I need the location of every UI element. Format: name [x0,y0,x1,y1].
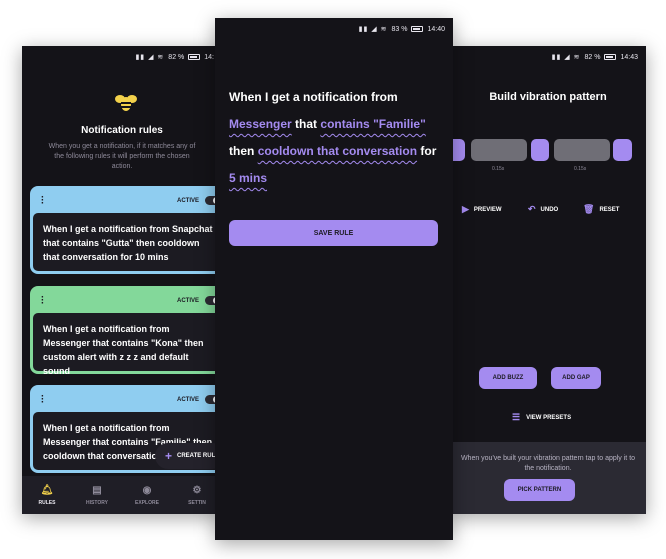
rule-status: ACTIVE [176,298,199,304]
reset-button[interactable]: 🗑︎ RESET [583,204,619,215]
battery-icon [188,54,201,60]
apply-panel: When you've built your vibration pattern… [450,442,646,514]
plus-icon: + [165,449,173,463]
app-logo-icon [115,95,137,111]
signal-icons: ▮▮ ◢ ≋ [358,26,388,33]
rule-status: ACTIVE [176,198,199,204]
duration-selector[interactable]: 5 mins [229,171,267,185]
list-icon: ☰ [512,412,521,422]
rules-screen: ▮▮ ◢ ≋ 82 % 14: Notification rules When … [22,46,222,514]
page-title: Build vibration pattern [489,91,607,103]
pattern-buzz[interactable] [613,139,632,161]
rule-status: ACTIVE [176,397,199,403]
rule-text: When I get a notification from Messenger… [33,313,222,376]
preview-button[interactable]: ▶ PREVIEW [462,204,502,215]
gear-icon: ⚙ [192,484,202,496]
pick-pattern-button[interactable]: PICK PATTERN [504,479,575,501]
status-bar: ▮▮ ◢ ≋ 82 % 14: [22,46,222,68]
battery-icon [411,26,424,32]
drag-handle-icon[interactable]: · · · [41,193,44,209]
action-selector[interactable]: cooldown that conversation [258,144,417,158]
rule-sentence: When I get a notification from Messenger… [229,84,441,192]
gap-duration-label: 0.15s [574,166,587,172]
sentence-for: for [420,144,437,158]
add-gap-button[interactable]: ADD GAP [551,367,601,389]
page-title: Notification rules [81,125,163,136]
battery-text: 82 % [584,53,601,61]
save-rule-button[interactable]: SAVE RULE [229,220,438,246]
bottom-nav: 🔔︎ RULES ▤ HISTORY ◉ EXPLORE ⚙ SETTIN [22,476,222,514]
rule-text: When I get a notification from Snapchat … [33,213,222,271]
rule-card[interactable]: · · · ACTIVE When I get a notification fro… [30,186,222,274]
battery-text: 82 % [168,53,185,61]
nav-history[interactable]: ▤ HISTORY [77,485,117,506]
filter-selector[interactable]: contains "Familie" [320,117,425,131]
nav-explore[interactable]: ◉ EXPLORE [127,485,167,506]
drag-handle-icon[interactable]: · · · [41,293,44,309]
sentence-then: then [229,144,255,158]
play-icon: ▶ [462,204,469,214]
history-icon: ▤ [92,484,102,496]
page-subtitle: When you get a notification, if it match… [48,143,196,170]
status-bar: ▮▮ ◢ ≋ 82 % 14:43 [450,46,646,68]
pattern-gap[interactable] [554,139,610,161]
apply-hint: When you've built your vibration pattern… [460,455,636,472]
status-bar: ▮▮ ◢ ≋ 83 % 14:40 [215,18,453,40]
compass-icon: ◉ [142,484,152,496]
screenshot-stage: ▮▮ ◢ ≋ 82 % 14: Notification rules When … [0,0,666,559]
drag-handle-icon[interactable]: · · · [41,392,44,408]
rule-editor-screen: ▮▮ ◢ ≋ 83 % 14:40 When I get a notificat… [215,18,453,540]
gap-duration-label: 0.15s [492,166,505,172]
add-buzz-button[interactable]: ADD BUZZ [479,367,537,389]
pattern-buzz[interactable] [531,139,549,161]
app-selector[interactable]: Messenger [229,117,292,131]
vibration-screen: ▮▮ ◢ ≋ 82 % 14:43 Build vibration patter… [450,46,646,514]
trash-icon: 🗑︎ [583,204,595,214]
battery-icon [604,54,617,60]
rule-card[interactable]: · · · ACTIVE When I get a notification fro… [30,286,222,376]
nav-rules[interactable]: 🔔︎ RULES [27,485,67,506]
clock: 14: [204,53,214,61]
signal-icons: ▮▮ ◢ ≋ [135,54,165,61]
create-rule-button[interactable]: + CREATE RULE [155,443,222,469]
undo-icon: ↶ [528,204,536,214]
nav-settings[interactable]: ⚙ SETTIN [177,485,217,506]
create-rule-label: CREATE RULE [177,453,220,459]
undo-button[interactable]: ↶ UNDO [528,204,558,215]
clock: 14:43 [620,53,638,61]
clock: 14:40 [427,25,445,33]
view-presets-button[interactable]: ☰ VIEW PRESETS [512,412,571,423]
sentence-prefix: When I get a notification from [229,90,398,104]
bell-icon: 🔔︎ [40,484,54,496]
sentence-that: that [295,117,318,131]
signal-icons: ▮▮ ◢ ≋ [551,54,581,61]
pattern-gap[interactable] [471,139,527,161]
battery-text: 83 % [391,25,408,33]
